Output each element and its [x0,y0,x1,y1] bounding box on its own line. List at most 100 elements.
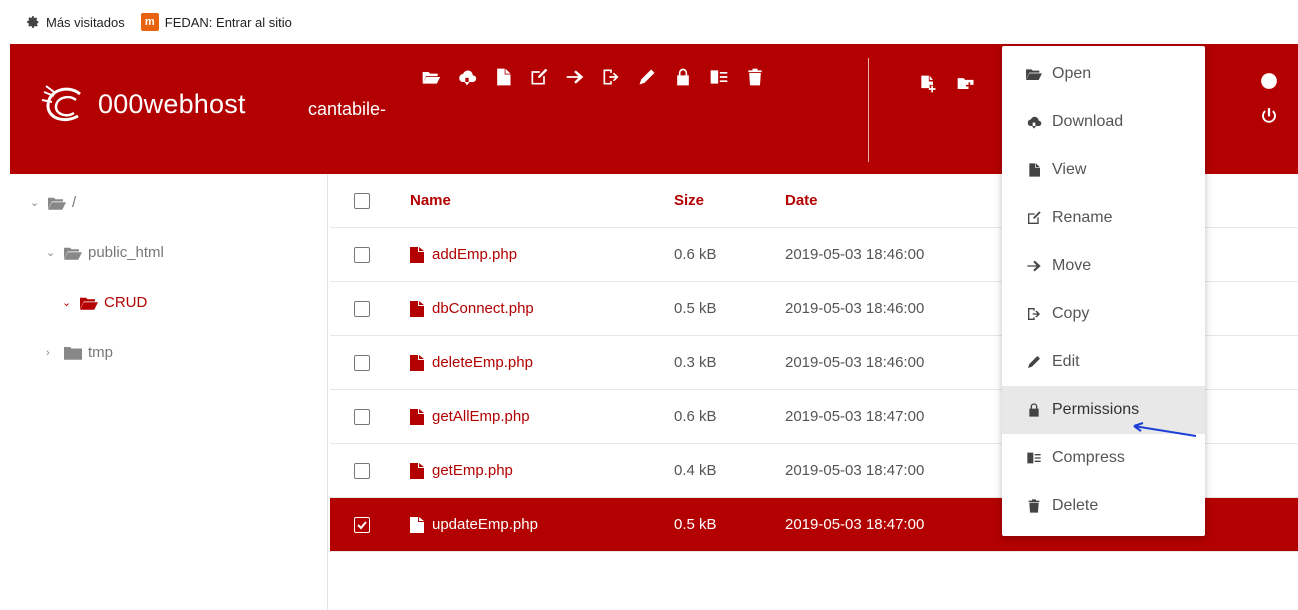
arrow-right-icon [566,70,584,84]
menu-item-copy[interactable]: Copy [1002,290,1205,338]
lock-icon [677,68,689,86]
logo[interactable]: 000webhost [40,82,246,126]
row-checkbox[interactable] [354,246,370,263]
bookmark-most-visited[interactable]: Más visitados [26,15,125,30]
toolbar-view[interactable] [492,66,514,88]
menu-item-label: View [1052,161,1087,178]
menu-item-view[interactable]: View [1002,146,1205,194]
toolbar-new-file[interactable] [918,74,938,99]
menu-item-label: Copy [1052,305,1090,322]
toolbar-edit[interactable] [636,66,658,88]
copy-icon [1028,308,1040,320]
tree-item-label: tmp [88,344,114,361]
new-file-icon [921,75,936,93]
file-name[interactable]: deleteEmp.php [432,354,533,371]
annotation-arrow-icon [1133,422,1197,437]
cloud-download-icon [1027,116,1042,129]
tree-item-tmp[interactable]: › tmp [46,344,113,361]
toolbar-compress[interactable] [708,66,730,88]
bookmark-fedan-label: FEDAN: Entrar al sitio [164,14,292,30]
row-checkbox[interactable] [354,300,370,317]
menu-item-label: Download [1052,113,1124,130]
column-header-size[interactable]: Size [674,192,704,209]
toolbar-open[interactable] [420,66,442,88]
brand-name: 000webhost [98,88,246,119]
menu-item-label: Delete [1052,497,1099,514]
toolbar-download[interactable] [456,66,478,88]
row-checkbox[interactable] [354,408,370,425]
chevron-down-icon[interactable]: ⌄ [62,296,74,309]
toolbar-delete[interactable] [744,66,766,88]
account-name: cantabile- [308,99,387,119]
menu-item-move[interactable]: Move [1002,242,1205,290]
fedan-icon: m [140,13,159,31]
arrow-right-icon [1027,260,1041,272]
file-name[interactable]: updateEmp.php [432,516,538,533]
file-name[interactable]: getAllEmp.php [432,408,530,425]
toolbar-copy[interactable] [600,66,622,88]
toolbar-logout[interactable] [1260,107,1278,130]
toolbar-move[interactable] [564,66,586,88]
lock-icon [1029,403,1039,417]
file-icon [497,68,511,86]
power-icon [1262,108,1276,123]
file-icon [410,516,424,533]
tree-item-label: / [72,194,77,211]
trash-icon [1028,499,1040,513]
bookmark-fedan[interactable]: m FEDAN: Entrar al sitio [140,13,292,31]
file-date: 2019-05-03 18:47:00 [785,516,925,533]
menu-item-rename[interactable]: Rename [1002,194,1205,242]
checkmark-icon [357,520,367,529]
menu-item-label: Open [1052,65,1092,82]
chevron-right-icon[interactable]: › [46,347,58,359]
folder-open-icon [64,247,82,260]
toolbar-new-folder[interactable] [956,74,976,99]
chevron-down-icon[interactable]: ⌄ [30,196,42,209]
gear-icon [27,16,39,28]
menu-item-compress[interactable]: Compress [1002,434,1205,482]
menu-item-download[interactable]: Download [1002,98,1205,146]
file-date: 2019-05-03 18:47:00 [785,408,925,425]
column-header-date[interactable]: Date [785,192,818,209]
toolbar-permissions[interactable] [672,66,694,88]
row-checkbox-checked[interactable] [354,516,370,533]
menu-item-edit[interactable]: Edit [1002,338,1205,386]
chevron-down-icon[interactable]: ⌄ [46,246,58,259]
menu-item-open[interactable]: Open [1002,50,1205,98]
new-folder-icon [957,78,974,89]
folder-open-icon [1026,69,1042,80]
bookmark-most-visited-label: Más visitados [46,14,125,30]
menu-item-delete[interactable]: Delete [1002,482,1205,530]
tree-item-root[interactable]: ⌄ / [30,194,76,211]
menu-item-label: Rename [1052,209,1113,226]
file-name[interactable]: dbConnect.php [432,300,534,317]
tree-item-public-html[interactable]: ⌄ public_html [46,244,164,261]
toolbar-rename[interactable] [528,66,550,88]
file-date: 2019-05-03 18:47:00 [785,462,925,479]
file-name[interactable]: addEmp.php [432,246,517,263]
file-size: 0.5 kB [674,516,717,533]
file-size: 0.4 kB [674,462,717,479]
file-icon [410,246,424,263]
cloud-download-icon [459,70,477,86]
folder-tree: ⌄ / ⌄ public_html ⌄ CRUD › tmp [10,174,328,610]
rename-icon [1028,211,1041,224]
column-header-name[interactable]: Name [410,192,451,209]
tree-item-label: CRUD [104,294,148,311]
folder-open-icon [80,297,98,310]
folder-open-icon [48,197,66,210]
folder-open-icon [422,72,441,84]
toolbar-far-right [1260,72,1278,130]
row-checkbox[interactable] [354,462,370,479]
toolbar [420,66,800,88]
toolbar-website[interactable] [1260,72,1278,95]
compress-icon [710,70,728,84]
select-all-checkbox[interactable] [354,192,370,209]
tree-item-crud[interactable]: ⌄ CRUD [62,294,147,311]
file-name[interactable]: getEmp.php [432,462,513,479]
file-icon [410,300,424,317]
rename-icon [531,68,548,85]
file-size: 0.5 kB [674,300,717,317]
row-checkbox[interactable] [354,354,370,371]
menu-item-label: Compress [1052,449,1125,466]
